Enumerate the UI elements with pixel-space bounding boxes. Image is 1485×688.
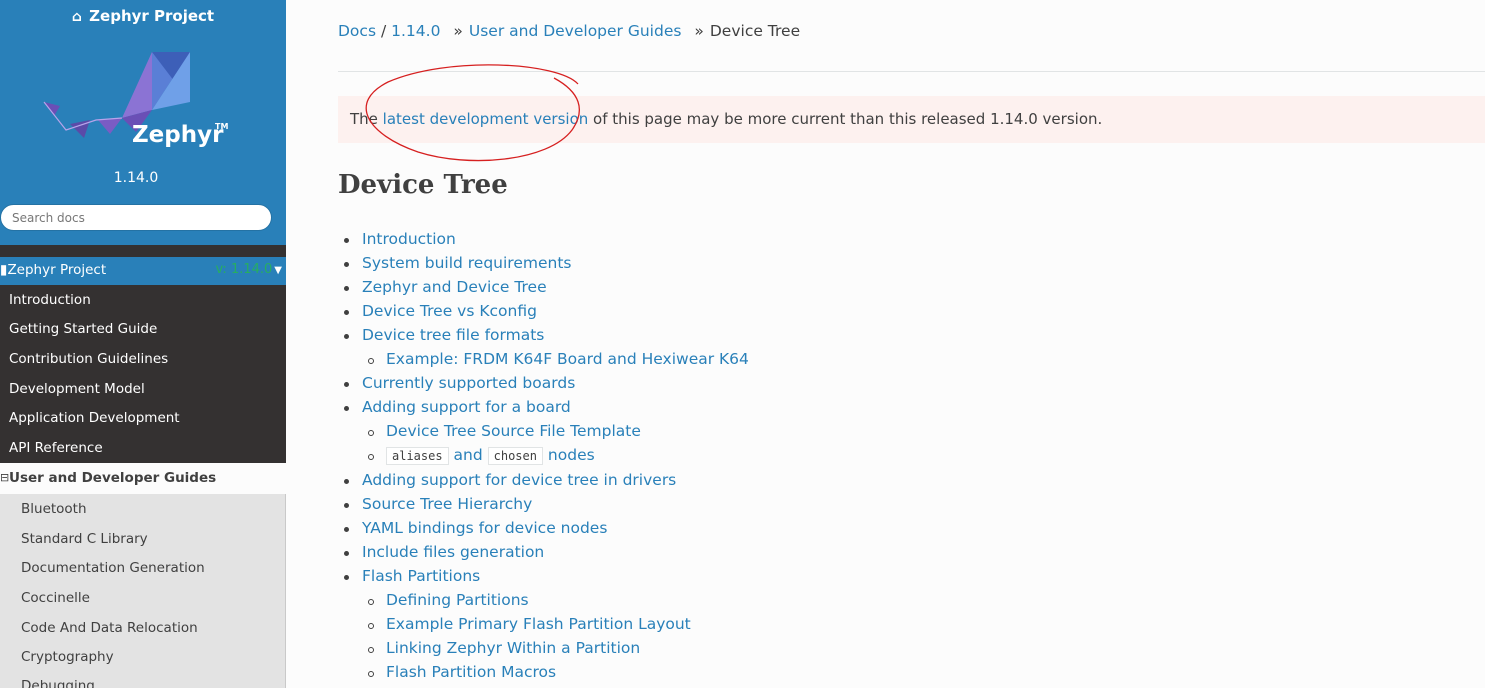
sidebar-subitem-bluetooth[interactable]: Bluetooth (21, 501, 87, 517)
sidebar-subitem-standard-c-library[interactable]: Standard C Library (21, 531, 148, 547)
sidebar-version: 1.14.0 (113, 170, 159, 186)
sidebar-item-api-reference[interactable]: API Reference (9, 440, 103, 456)
breadcrumb-current: Device Tree (709, 22, 801, 40)
code-chosen: chosen (487, 447, 543, 465)
sidebar-item-user-guides[interactable]: ⊟ User and Developer Guides (0, 463, 286, 494)
toc-aliases-chosen-link[interactable]: aliases and chosen nodes (386, 446, 595, 465)
version-notice: The latest development version of this p… (338, 96, 1485, 143)
sidebar-subitem-debugging[interactable]: Debugging (21, 678, 95, 688)
sidebar-subitem-cryptography[interactable]: Cryptography (21, 649, 114, 665)
sidebar-item-contribution[interactable]: Contribution Guidelines (9, 351, 168, 367)
sidebar-header: ⌂ Zephyr Project Zephyr TM 1.14.0 (0, 0, 286, 245)
sidebar-item-introduction[interactable]: Introduction (9, 292, 91, 308)
sidebar-item-user-guides-label: User and Developer Guides (9, 470, 217, 486)
sidebar-item-development-model[interactable]: Development Model (9, 381, 145, 397)
breadcrumb-divider (338, 71, 1485, 72)
sidebar-subitem-code-data-relocation[interactable]: Code And Data Relocation (21, 620, 198, 636)
search-input[interactable] (0, 204, 272, 231)
sidebar-subitem-documentation-generation[interactable]: Documentation Generation (21, 560, 205, 576)
breadcrumb-guides[interactable]: User and Developer Guides (469, 22, 682, 40)
notice-prefix: The (350, 110, 383, 128)
latest-version-link[interactable]: latest development version (383, 110, 589, 128)
sidebar-subitem-coccinelle[interactable]: Coccinelle (21, 590, 90, 606)
zephyr-logo[interactable]: Zephyr TM (40, 46, 240, 156)
sidebar-item-application-development[interactable]: Application Development (9, 410, 180, 426)
sidebar: ⌂ Zephyr Project Zephyr TM 1.14.0 ▮Zephy… (0, 0, 286, 688)
breadcrumb-version[interactable]: 1.14.0 (391, 22, 440, 40)
project-home-link[interactable]: ⌂ Zephyr Project (0, 7, 286, 25)
breadcrumb-slash: / (380, 22, 392, 40)
sidebar-item-getting-started[interactable]: Getting Started Guide (9, 321, 157, 337)
home-icon: ⌂ (71, 9, 82, 25)
breadcrumb-separator: » (453, 22, 463, 40)
project-label: ▮Zephyr Project (0, 262, 107, 278)
notice-suffix: of this page may be more current than th… (588, 110, 1103, 128)
minus-square-icon[interactable]: ⊟ (0, 471, 9, 484)
breadcrumb-docs[interactable]: Docs (338, 22, 376, 40)
project-home-label: Zephyr Project (89, 7, 215, 25)
page-title: Device Tree (338, 170, 508, 200)
breadcrumb-separator: » (694, 22, 704, 40)
version-dropdown[interactable]: v: 1.14.0 ▼ (215, 262, 282, 277)
project-version-row[interactable]: ▮Zephyr Project v: 1.14.0 ▼ (0, 257, 286, 285)
breadcrumb: Docs / 1.14.0 » User and Developer Guides… (338, 22, 800, 40)
sidebar-sub-list: Bluetooth Standard C Library Documentati… (0, 494, 286, 688)
logo-trademark: TM (215, 122, 228, 131)
code-aliases: aliases (386, 447, 449, 465)
logo-wordmark: Zephyr (132, 122, 224, 148)
caret-down-icon: ▼ (274, 265, 282, 276)
